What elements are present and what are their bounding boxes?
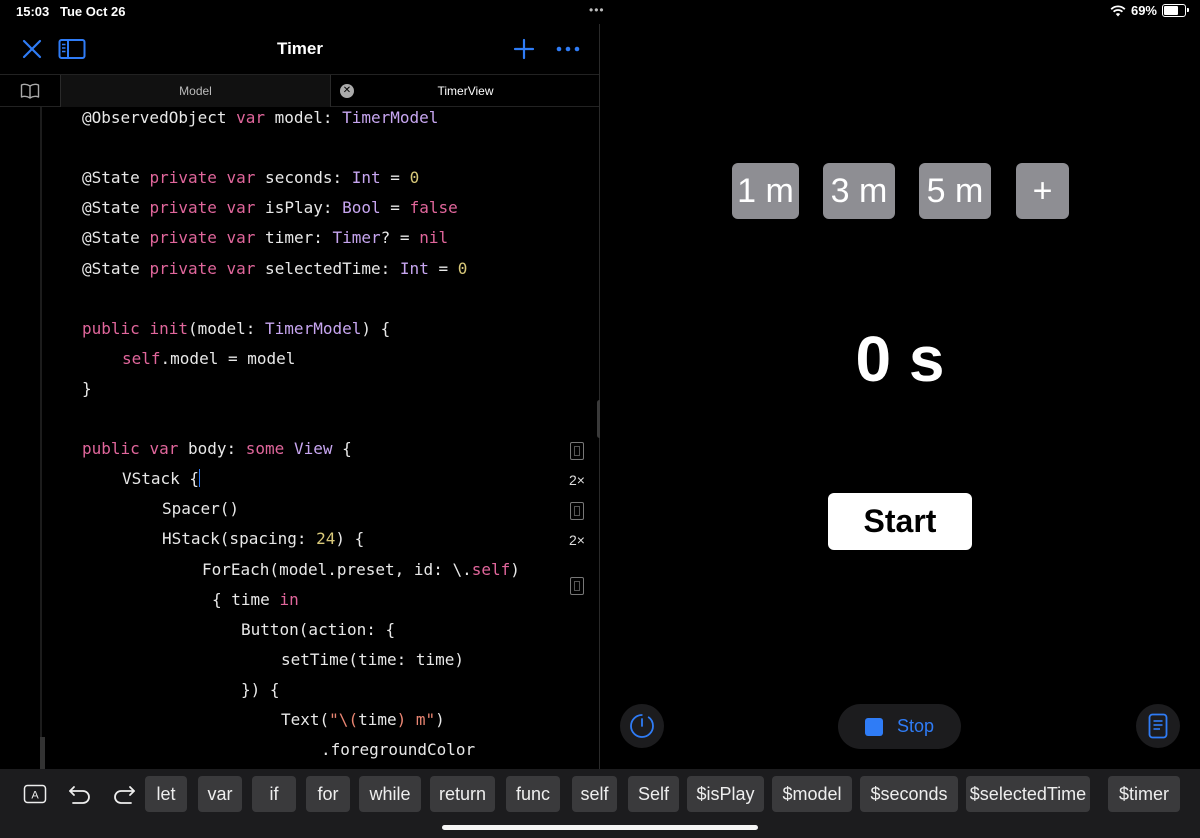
more-button[interactable]	[553, 34, 583, 64]
shortcut-key[interactable]: $selectedTime	[966, 776, 1090, 812]
shortcut-key[interactable]: func	[506, 776, 560, 812]
ellipsis-icon	[556, 46, 580, 52]
document-button[interactable]	[1136, 704, 1180, 748]
keyboard-a-icon: A	[23, 784, 47, 804]
shortcut-key[interactable]: return	[430, 776, 495, 812]
status-time: 15:03	[16, 4, 50, 19]
plus-icon	[513, 38, 535, 60]
code-line[interactable]: HStack(spacing: 24) {	[162, 529, 364, 559]
shortcut-key[interactable]: Self	[628, 776, 679, 812]
code-line[interactable]: VStack {	[122, 469, 201, 499]
live-preview-pane: 1 m 3 m 5 m + 0 s Start Stop	[600, 24, 1200, 769]
add-button[interactable]	[509, 34, 539, 64]
editor-nav-bar: Timer	[0, 24, 600, 74]
shortcut-key[interactable]: $seconds	[860, 776, 958, 812]
status-bar: 15:03 Tue Oct 26 ••• 69%	[0, 0, 1200, 24]
code-line[interactable]: setTime(time: time)	[281, 650, 464, 680]
code-line[interactable]: @State private var selectedTime: Int = 0	[82, 259, 467, 289]
gutter-fold-marker	[40, 737, 45, 769]
redo-button[interactable]	[108, 776, 140, 812]
svg-text:A: A	[31, 790, 39, 802]
status-date: Tue Oct 26	[60, 4, 126, 19]
code-line[interactable]: @ObservedObject var model: TimerModel	[82, 108, 438, 138]
code-line[interactable]: }	[82, 379, 92, 409]
code-line[interactable]: Button(action: {	[241, 620, 395, 650]
preset-button-1m[interactable]: 1 m	[732, 163, 799, 219]
code-line[interactable]: @State private var isPlay: Bool = false	[82, 198, 458, 228]
code-line[interactable]: Spacer()	[162, 499, 239, 529]
code-line[interactable]: @State private var seconds: Int = 0	[82, 168, 419, 198]
inline-result-marker[interactable]	[570, 502, 584, 520]
keyboard-shortcut-bar: A let var if for while return func self Self $isP…	[0, 769, 1200, 838]
undo-button[interactable]	[64, 776, 96, 812]
book-icon	[20, 83, 40, 99]
inline-result-marker[interactable]	[570, 577, 584, 595]
code-line[interactable]: }) {	[241, 680, 280, 710]
redo-icon	[114, 786, 135, 804]
tab-label: TimerView	[437, 84, 494, 98]
keyboard-toggle-button[interactable]: A	[20, 776, 50, 812]
inline-result-count[interactable]: 2×	[569, 532, 585, 548]
tab-label: Model	[179, 84, 212, 98]
code-line[interactable]: .foregroundColor	[321, 740, 475, 769]
text-cursor	[199, 469, 201, 488]
timer-button[interactable]	[620, 704, 664, 748]
library-button[interactable]	[0, 75, 61, 107]
multitasking-dots-icon[interactable]: •••	[589, 3, 605, 17]
tab-timerview[interactable]: ✕ TimerView	[331, 75, 600, 107]
code-editor-pane: Timer Model ✕ TimerView @ObservedObject …	[0, 24, 600, 769]
shortcut-key[interactable]: for	[306, 776, 350, 812]
battery-percent: 69%	[1130, 3, 1157, 18]
stop-label: Stop	[896, 716, 935, 736]
shortcut-key[interactable]: self	[572, 776, 617, 812]
undo-icon	[69, 786, 90, 804]
code-area[interactable]: @ObservedObject var model: TimerModel @St…	[0, 107, 600, 769]
code-line[interactable]: { time in	[212, 590, 299, 620]
stop-button[interactable]: Stop	[838, 704, 961, 749]
x-circle-icon[interactable]: ✕	[340, 84, 354, 98]
wifi-icon	[1110, 4, 1126, 16]
status-indicators: 69%	[1110, 3, 1189, 18]
code-line[interactable]: self.model = model	[122, 349, 295, 379]
code-line[interactable]: ForEach(model.preset, id: \.self)	[202, 560, 520, 590]
code-line[interactable]: Text("\(time) m")	[281, 710, 445, 740]
document-icon	[1148, 713, 1168, 739]
shortcut-key[interactable]: if	[252, 776, 296, 812]
battery-icon	[1162, 4, 1189, 17]
shortcut-key[interactable]: let	[145, 776, 187, 812]
start-button[interactable]: Start	[828, 493, 972, 550]
preset-button-5m[interactable]: 5 m	[919, 163, 991, 219]
add-preset-button[interactable]: +	[1016, 163, 1069, 219]
gutter	[40, 107, 42, 769]
code-line[interactable]: @State private var timer: Timer? = nil	[82, 228, 448, 258]
code-line[interactable]: public var body: some View {	[82, 439, 352, 469]
shortcut-key[interactable]: $isPlay	[687, 776, 764, 812]
tab-model[interactable]: Model	[61, 75, 331, 107]
stop-icon	[864, 717, 883, 736]
timer-display: 0 s	[855, 323, 945, 395]
shortcut-key[interactable]: var	[198, 776, 242, 812]
code-line[interactable]: public init(model: TimerModel) {	[82, 319, 390, 349]
preset-button-3m[interactable]: 3 m	[823, 163, 895, 219]
inline-result-marker[interactable]	[570, 442, 584, 460]
file-tab-bar: Model ✕ TimerView	[0, 74, 600, 107]
timer-icon	[630, 714, 654, 738]
shortcut-key[interactable]: while	[359, 776, 421, 812]
shortcut-key[interactable]: $timer	[1108, 776, 1180, 812]
shortcut-key[interactable]: $model	[772, 776, 852, 812]
inline-result-count[interactable]: 2×	[569, 472, 585, 488]
home-indicator[interactable]	[442, 825, 758, 830]
